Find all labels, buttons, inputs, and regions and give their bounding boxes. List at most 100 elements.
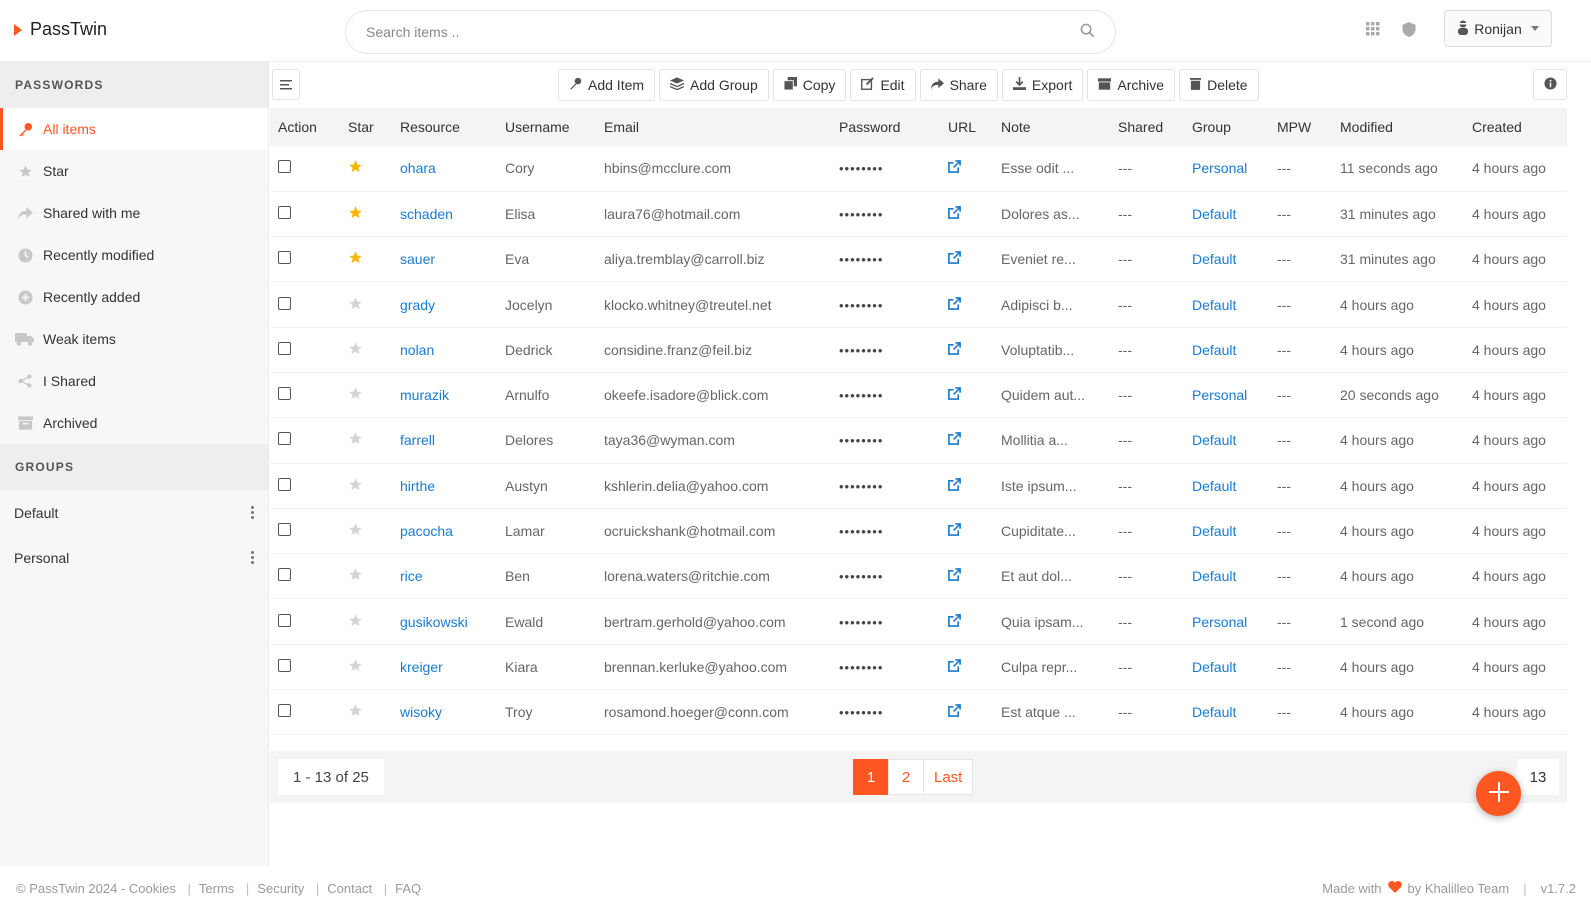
row-checkbox[interactable] [278, 251, 291, 265]
external-link-icon[interactable] [948, 206, 961, 222]
row-checkbox[interactable] [278, 613, 291, 627]
more-vertical-icon[interactable] [251, 551, 254, 564]
resource-link[interactable]: rice [400, 568, 423, 584]
password-mask[interactable]: •••••••• [839, 524, 883, 539]
sidebar-item-recently-added[interactable]: Recently added [0, 276, 268, 318]
star-icon[interactable] [348, 659, 363, 676]
column-header-shared[interactable]: Shared [1110, 108, 1184, 146]
app-logo[interactable]: PassTwin [14, 19, 107, 40]
resource-link[interactable]: schaden [400, 206, 453, 222]
row-checkbox[interactable] [278, 477, 291, 491]
shield-icon[interactable] [1402, 22, 1416, 40]
password-mask[interactable]: •••••••• [839, 569, 883, 584]
sidebar-item-star[interactable]: Star [0, 150, 268, 192]
star-icon[interactable] [348, 523, 363, 540]
column-header-resource[interactable]: Resource [392, 108, 497, 146]
row-checkbox[interactable] [278, 658, 291, 672]
column-header-star[interactable]: Star [340, 108, 392, 146]
table-row[interactable]: schaden Elisa laura76@hotmail.com •••••••• D… [270, 191, 1567, 237]
resource-link[interactable]: kreiger [400, 659, 443, 675]
group-link[interactable]: Default [1192, 478, 1236, 494]
table-row[interactable]: gusikowski Ewald bertram.gerhold@yahoo.com… [270, 599, 1567, 645]
row-checkbox[interactable] [278, 160, 291, 174]
star-icon[interactable] [348, 477, 363, 495]
star-icon[interactable] [348, 206, 363, 223]
row-checkbox[interactable] [278, 523, 291, 537]
group-item-default[interactable]: Default [0, 490, 268, 535]
export-button[interactable]: Export [1001, 69, 1084, 101]
column-header-modified[interactable]: Modified [1332, 108, 1464, 146]
team-link[interactable]: by Khalilleo Team [1408, 881, 1510, 896]
external-link-icon[interactable] [948, 296, 961, 313]
row-checkbox[interactable] [278, 704, 291, 718]
sidebar-toggle-button[interactable] [272, 69, 300, 100]
group-link[interactable]: Default [1192, 297, 1236, 313]
password-mask[interactable]: •••••••• [839, 433, 883, 448]
group-link[interactable]: Personal [1192, 614, 1247, 630]
column-header-password[interactable]: Password [831, 108, 940, 146]
star-icon[interactable] [348, 568, 363, 585]
group-link[interactable]: Personal [1192, 387, 1247, 403]
add-item-button[interactable]: Add Item [558, 69, 656, 101]
external-link-icon[interactable] [948, 387, 961, 403]
resource-link[interactable]: murazik [400, 387, 449, 403]
security-link[interactable]: Security [257, 881, 304, 896]
page-button-2[interactable]: 2 [888, 759, 924, 795]
password-mask[interactable]: •••••••• [839, 660, 883, 675]
page-last-button[interactable]: Last [923, 759, 974, 795]
star-icon[interactable] [348, 704, 363, 721]
copyright[interactable]: © PassTwin 2024 - Cookies [16, 881, 176, 896]
external-link-icon[interactable] [948, 523, 961, 539]
table-row[interactable]: grady Jocelyn klocko.whitney@treutel.net ••… [270, 282, 1567, 328]
group-link[interactable]: Default [1192, 659, 1236, 675]
sidebar-item-all-items[interactable]: All items [0, 108, 268, 150]
column-header-url[interactable]: URL [940, 108, 993, 146]
group-link[interactable]: Default [1192, 206, 1236, 222]
password-mask[interactable]: •••••••• [839, 705, 883, 720]
resource-link[interactable]: nolan [400, 342, 434, 358]
external-link-icon[interactable] [948, 341, 961, 358]
row-checkbox[interactable] [278, 341, 291, 355]
resource-link[interactable]: hirthe [400, 478, 435, 494]
external-link-icon[interactable] [948, 613, 961, 630]
contact-link[interactable]: Contact [327, 881, 372, 896]
sidebar-item-recently-modified[interactable]: Recently modified [0, 234, 268, 276]
password-mask[interactable]: •••••••• [839, 298, 883, 313]
table-row[interactable]: wisoky Troy rosamond.hoeger@conn.com ••••••… [270, 690, 1567, 735]
resource-link[interactable]: farrell [400, 432, 435, 448]
row-checkbox[interactable] [278, 432, 291, 446]
apps-grid-icon[interactable] [1366, 22, 1380, 40]
row-checkbox[interactable] [278, 205, 291, 219]
column-header-mpw[interactable]: MPW [1269, 108, 1332, 146]
faq-link[interactable]: FAQ [395, 881, 421, 896]
external-link-icon[interactable] [948, 251, 961, 267]
edit-button[interactable]: Edit [850, 69, 916, 101]
sidebar-item-shared-with-me[interactable]: Shared with me [0, 192, 268, 234]
column-header-username[interactable]: Username [497, 108, 596, 146]
sidebar-item-i-shared[interactable]: I Shared [0, 360, 268, 402]
resource-link[interactable]: wisoky [400, 704, 442, 720]
group-link[interactable]: Personal [1192, 160, 1247, 176]
add-fab-button[interactable] [1476, 771, 1521, 816]
table-row[interactable]: ohara Cory hbins@mcclure.com •••••••• Esse o… [270, 146, 1567, 192]
page-button-1[interactable]: 1 [853, 759, 889, 795]
row-checkbox[interactable] [278, 387, 291, 401]
star-icon[interactable] [348, 387, 363, 404]
delete-button[interactable]: Delete [1179, 69, 1259, 101]
column-header-action[interactable]: Action [270, 108, 340, 146]
resource-link[interactable]: ohara [400, 160, 436, 176]
external-link-icon[interactable] [948, 658, 961, 675]
table-row[interactable]: kreiger Kiara brennan.kerluke@yahoo.com •••… [270, 644, 1567, 690]
sidebar-item-weak-items[interactable]: Weak items [0, 318, 268, 360]
password-mask[interactable]: •••••••• [839, 252, 883, 267]
group-link[interactable]: Default [1192, 342, 1236, 358]
search-input[interactable] [366, 24, 1080, 40]
star-icon[interactable] [348, 160, 363, 177]
user-menu-button[interactable]: Ronijan [1444, 10, 1552, 47]
column-header-note[interactable]: Note [993, 108, 1110, 146]
resource-link[interactable]: gusikowski [400, 614, 468, 630]
group-link[interactable]: Default [1192, 568, 1236, 584]
table-row[interactable]: murazik Arnulfo okeefe.isadore@blick.com ••… [270, 372, 1567, 418]
password-mask[interactable]: •••••••• [839, 207, 883, 222]
star-icon[interactable] [348, 432, 363, 449]
